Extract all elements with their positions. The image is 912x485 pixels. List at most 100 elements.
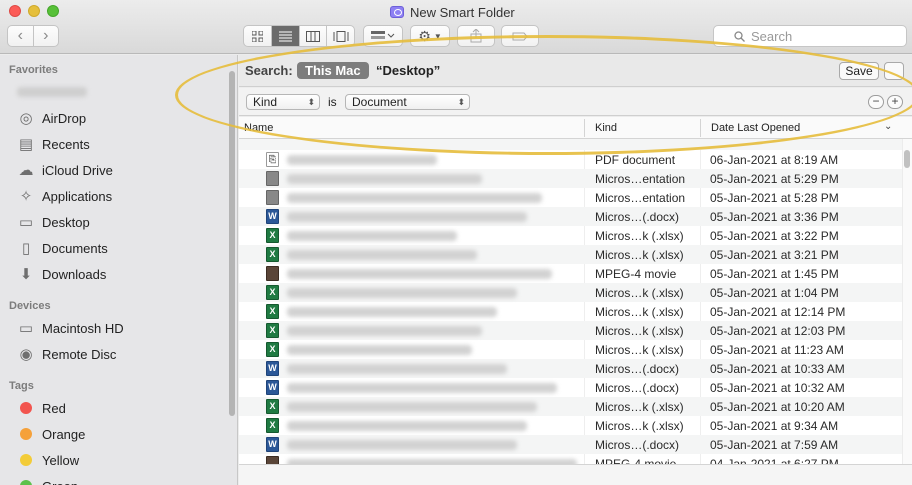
sidebar-item-macintosh-hd[interactable]: ▭ Macintosh HD	[17, 318, 124, 338]
edit-tags-button[interactable]	[501, 25, 539, 47]
column-divider[interactable]	[584, 119, 585, 137]
table-row[interactable]: X Micros…k (.xlsx) 05-Jan-2021 at 1:04 PM	[239, 283, 902, 302]
search-field[interactable]: Search	[713, 25, 907, 47]
kind-cell: Micros…entation	[595, 172, 686, 186]
kind-cell: Micros…(.docx)	[595, 381, 680, 395]
tag-color-dot-icon	[20, 480, 32, 485]
table-row[interactable]	[239, 139, 902, 150]
table-row[interactable]: ⎘ PDF document 06-Jan-2021 at 8:19 AM	[239, 150, 902, 169]
add-criteria-button[interactable]: +	[887, 95, 903, 109]
operator-label: is	[328, 95, 337, 109]
cloud-icon: ☁	[18, 162, 34, 179]
sidebar-item-icloud-drive[interactable]: ☁ iCloud Drive	[17, 160, 113, 180]
date-last-opened-cell: 05-Jan-2021 at 1:04 PM	[710, 286, 839, 300]
back-forward-group: ‹ ›	[7, 25, 59, 47]
sidebar-item-desktop[interactable]: ▭ Desktop	[17, 212, 90, 232]
airdrop-icon: ◎	[19, 110, 33, 127]
table-row[interactable]: W Micros…(.docx) 05-Jan-2021 at 7:59 AM	[239, 435, 902, 454]
sidebar-item-label: Downloads	[42, 266, 107, 282]
table-row[interactable]: W Micros…(.docx) 05-Jan-2021 at 3:36 PM	[239, 207, 902, 226]
back-button[interactable]: ‹	[8, 26, 33, 46]
pdf-file-icon: ⎘	[266, 152, 279, 167]
devices-header: Devices	[9, 300, 51, 312]
table-row[interactable]: Micros…entation 05-Jan-2021 at 5:29 PM	[239, 169, 902, 188]
columns-icon	[305, 30, 320, 42]
forward-button[interactable]: ›	[32, 26, 59, 46]
file-list: ⎘ PDF document 06-Jan-2021 at 8:19 AM Micro…	[239, 139, 902, 464]
sidebar-item-recents[interactable]: ▤ Recents	[17, 134, 90, 154]
sidebar-tag-yellow[interactable]: Yellow	[17, 450, 79, 470]
sidebar-tag-red[interactable]: Red	[17, 398, 66, 418]
action-menu-button[interactable]: ⚙ ▼	[410, 25, 450, 47]
list-view-button[interactable]	[270, 26, 299, 46]
table-row[interactable]: W Micros…(.docx) 05-Jan-2021 at 10:33 AM	[239, 359, 902, 378]
file-list-scrollbar-thumb[interactable]	[904, 150, 910, 168]
sidebar-item-downloads[interactable]: ⬇ Downloads	[17, 264, 107, 284]
table-row[interactable]: X Micros…k (.xlsx) 05-Jan-2021 at 10:20 AM	[239, 397, 902, 416]
gallery-view-button[interactable]	[326, 26, 354, 46]
date-last-opened-cell: 05-Jan-2021 at 3:22 PM	[710, 229, 839, 243]
word-file-icon: W	[266, 209, 279, 224]
sidebar-tag-orange[interactable]: Orange	[17, 424, 85, 444]
column-header-name[interactable]: Name	[244, 122, 273, 134]
list-icon	[278, 31, 292, 41]
table-row[interactable]: X Micros…k (.xlsx) 05-Jan-2021 at 11:23 AM	[239, 340, 902, 359]
redacted-file-name	[287, 155, 437, 165]
table-row[interactable]: X Micros…k (.xlsx) 05-Jan-2021 at 3:22 PM	[239, 226, 902, 245]
redacted-file-name	[287, 307, 497, 317]
column-view-button[interactable]	[298, 26, 327, 46]
column-divider[interactable]	[700, 119, 701, 137]
redacted-file-name	[287, 383, 557, 393]
sidebar-item-documents[interactable]: ▯ Documents	[17, 238, 108, 258]
sidebar-item-airdrop[interactable]: ◎ AirDrop	[17, 108, 86, 128]
icon-view-button[interactable]	[244, 26, 271, 46]
close-window-button[interactable]	[9, 5, 21, 17]
minimize-window-button[interactable]	[28, 5, 40, 17]
date-last-opened-cell: 05-Jan-2021 at 9:34 AM	[710, 419, 839, 433]
table-row[interactable]: X Micros…k (.xlsx) 05-Jan-2021 at 12:14 PM	[239, 302, 902, 321]
table-row[interactable]: MPEG-4 movie 04-Jan-2021 at 6:27 PM	[239, 454, 902, 464]
table-row[interactable]: X Micros…k (.xlsx) 05-Jan-2021 at 12:03 PM	[239, 321, 902, 340]
sidebar-item-remote-disc[interactable]: ◉ Remote Disc	[17, 344, 116, 364]
sidebar-item-user-home[interactable]	[17, 82, 87, 102]
redacted-file-name	[287, 269, 552, 279]
recents-icon: ▤	[18, 136, 34, 153]
save-button[interactable]: Save	[839, 62, 879, 80]
column-header-kind[interactable]: Kind	[595, 122, 617, 134]
redacted-file-name	[287, 250, 477, 260]
attribute-popup[interactable]: Kind ⬍	[246, 94, 320, 110]
table-row[interactable]: MPEG-4 movie 05-Jan-2021 at 1:45 PM	[239, 264, 902, 283]
share-button[interactable]	[457, 25, 495, 47]
kind-cell: Micros…k (.xlsx)	[595, 305, 684, 319]
search-placeholder: Search	[751, 28, 793, 44]
group-by-button[interactable]	[363, 25, 403, 47]
file-list-scrollbar-track[interactable]	[903, 139, 912, 464]
remove-criteria-button[interactable]: −	[868, 95, 884, 109]
scope-this-mac-button[interactable]: This Mac	[297, 62, 369, 79]
share-icon	[470, 29, 482, 43]
arrange-icon	[371, 31, 395, 39]
excel-file-icon: X	[266, 285, 279, 300]
excel-file-icon: X	[266, 228, 279, 243]
column-header-date-last-opened[interactable]: Date Last Opened	[711, 122, 800, 134]
maximize-window-button[interactable]	[47, 5, 59, 17]
sidebar-item-label: Remote Disc	[42, 346, 117, 362]
scope-desktop-button[interactable]: “Desktop”	[376, 63, 440, 78]
date-last-opened-cell: 05-Jan-2021 at 12:14 PM	[710, 305, 846, 319]
collapse-search-button[interactable]	[884, 62, 904, 80]
sidebar-tag-green[interactable]: Green	[17, 476, 78, 485]
sidebar: Favorites Devices Tags ◎ AirDrop ▤ Recents ☁…	[0, 55, 238, 485]
redacted-file-name	[287, 174, 482, 184]
table-row[interactable]: X Micros…k (.xlsx) 05-Jan-2021 at 9:34 AM	[239, 416, 902, 435]
date-last-opened-cell: 05-Jan-2021 at 5:29 PM	[710, 172, 839, 186]
sidebar-scrollbar[interactable]	[229, 71, 235, 416]
sidebar-item-applications[interactable]: ✧ Applications	[17, 186, 112, 206]
kind-value-popup[interactable]: Document ⬍	[345, 94, 470, 110]
table-row[interactable]: Micros…entation 05-Jan-2021 at 5:28 PM	[239, 188, 902, 207]
redacted-label	[17, 87, 87, 97]
table-row[interactable]: W Micros…(.docx) 05-Jan-2021 at 10:32 AM	[239, 378, 902, 397]
table-row[interactable]: X Micros…k (.xlsx) 05-Jan-2021 at 3:21 PM	[239, 245, 902, 264]
excel-file-icon: X	[266, 418, 279, 433]
sidebar-item-label: Applications	[42, 188, 113, 204]
sort-chevron-icon: ⌄	[884, 121, 893, 132]
